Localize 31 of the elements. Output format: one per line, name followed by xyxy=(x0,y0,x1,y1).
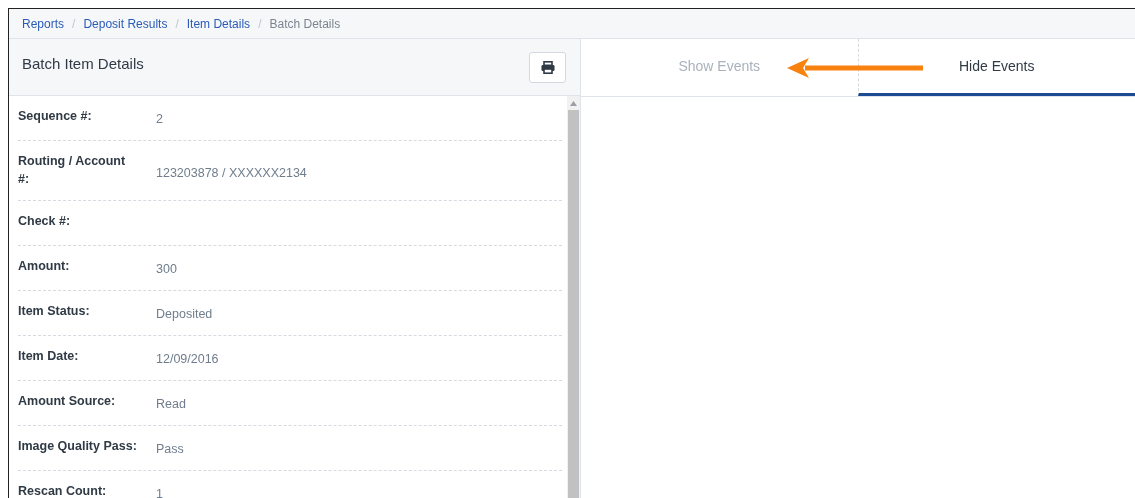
panel-title: Batch Item Details xyxy=(22,54,144,72)
field-value: Read xyxy=(156,396,186,413)
field-value: Deposited xyxy=(156,306,213,323)
field-label: Amount: xyxy=(18,258,71,275)
field-label: Routing / Account #: xyxy=(18,153,127,188)
scrollbar[interactable] xyxy=(567,96,580,498)
field-label: Check #: xyxy=(18,213,72,230)
field-label: Item Date: xyxy=(18,348,80,365)
breadcrumb-separator: / xyxy=(258,16,262,31)
field-value: 123203878 / XXXXXX2134 xyxy=(156,165,307,182)
print-button[interactable] xyxy=(529,51,566,83)
breadcrumb-separator: / xyxy=(175,16,179,31)
field-label: Rescan Count: xyxy=(18,483,108,498)
field-value: 12/09/2016 xyxy=(156,351,219,368)
tab[interactable]: Hide Events xyxy=(857,39,1135,96)
scroll-up-icon[interactable] xyxy=(570,101,577,106)
field-value: 300 xyxy=(156,261,177,278)
breadcrumb-link[interactable]: Reports xyxy=(22,16,65,31)
field-value: 1 xyxy=(156,486,163,498)
field-value: Pass xyxy=(156,441,184,458)
breadcrumb-link[interactable]: Deposit Results xyxy=(83,16,168,31)
field-label: Item Status: xyxy=(18,303,91,320)
breadcrumb-separator: / xyxy=(72,16,76,31)
breadcrumb-link[interactable]: Item Details xyxy=(186,16,251,31)
scrollbar-thumb[interactable] xyxy=(568,110,579,498)
field-label: Amount Source: xyxy=(18,393,117,410)
printer-icon xyxy=(540,60,555,74)
current-page-label: Batch Details xyxy=(269,16,341,31)
field-label: Image Quality Pass: xyxy=(18,438,138,455)
field-label: Sequence #: xyxy=(18,108,93,125)
field-value: 2 xyxy=(156,111,163,128)
